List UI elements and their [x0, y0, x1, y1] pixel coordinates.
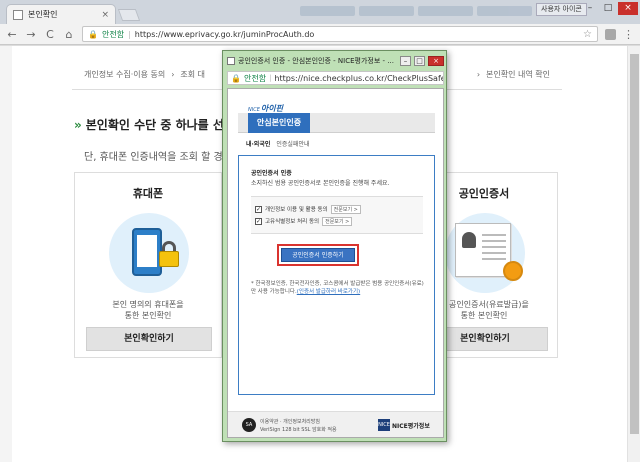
- separator: |: [269, 74, 272, 82]
- padlock-body: [159, 251, 179, 267]
- agreement-label: 개인정보 이용 및 활용 동의: [265, 207, 328, 213]
- address-bar[interactable]: 🔒 안전함 | https://www.eprivacy.go.kr/jumin…: [82, 26, 598, 42]
- card-description: 본인 명의의 휴대폰을 통한 본인확인: [75, 299, 221, 321]
- step-arrow-icon: ›: [171, 70, 175, 79]
- popup-close-button[interactable]: ×: [428, 56, 444, 66]
- user-profile-button[interactable]: 사용자 아이콘: [536, 3, 587, 16]
- tab-title: 본인확인: [28, 10, 58, 19]
- phone-auth-card: 휴대폰 본인 명의의 휴대폰을 통한 본인확인 본인확인하기: [74, 172, 222, 358]
- agree-checkbox[interactable]: ✓: [255, 205, 262, 213]
- agreement-row: ✓ 고유식별정보 처리 동의 전문보기 >: [255, 215, 419, 227]
- section-title: » 본인확인 수단 중 하나를 선택: [74, 116, 235, 133]
- secure-label: 안전함: [243, 73, 267, 83]
- close-tab-icon[interactable]: ×: [101, 10, 109, 20]
- nice-brand-text: NICE평가정보: [392, 423, 430, 430]
- bookmark-star-icon[interactable]: ☆: [583, 29, 592, 40]
- agreement-list: ✓ 개인정보 이용 및 활용 동의 전문보기 > ✓ 고유식별정보 처리 동의 …: [251, 196, 423, 234]
- issue-certificate-link[interactable]: (인증서 발급하러 바로가기): [297, 289, 360, 295]
- certificate-auth-button[interactable]: 공인인증서 인증하기: [281, 248, 355, 262]
- forward-icon[interactable]: →: [25, 28, 37, 41]
- page-left-edge: [0, 46, 12, 462]
- double-arrow-icon: »: [74, 118, 82, 132]
- close-window-button[interactable]: ×: [618, 2, 638, 15]
- popup-address-bar[interactable]: 🔒 안전함 | https://nice.checkplus.co.kr/Che…: [227, 71, 444, 85]
- auth-tabbar: 안심본인인증: [238, 113, 435, 133]
- view-full-text-button[interactable]: 전문보기 >: [330, 204, 361, 214]
- home-icon[interactable]: ⌂: [63, 28, 75, 41]
- reload-icon[interactable]: C: [44, 28, 56, 41]
- minimize-button[interactable]: –: [582, 2, 598, 15]
- agreement-label: 고유식별정보 처리 동의: [265, 219, 320, 225]
- browser-tab[interactable]: 본인확인 ×: [6, 4, 116, 24]
- auth-subtabs: 내·외국인 인증실패안내: [238, 135, 435, 151]
- popup-url-text: https://nice.checkplus.co.kr/CheckPlusSa…: [274, 73, 443, 83]
- popup-footer: SA 이용약관 · 개인정보처리방침 VeriSign 128 bit SSL …: [228, 411, 443, 437]
- separator: |: [128, 29, 131, 39]
- new-tab-button[interactable]: [117, 9, 141, 21]
- popup-maximize-button[interactable]: □: [414, 56, 425, 66]
- url-text: https://www.eprivacy.go.kr/juminProcAuth…: [134, 29, 315, 39]
- popup-window: 공인인증서 인증 - 안심본인인증 - NICE평가정보 - ... – □ ×…: [222, 50, 447, 442]
- scrollbar-thumb[interactable]: [630, 54, 639, 434]
- background-window-tabs: [300, 6, 540, 20]
- subtab-failure-guide[interactable]: 인증실패안내: [276, 139, 309, 148]
- panel-heading: 공인인증서 인증: [251, 170, 292, 177]
- maximize-button[interactable]: □: [600, 2, 616, 15]
- phone-verify-button[interactable]: 본인확인하기: [86, 327, 212, 351]
- step-1: 개인정보 수집·이용 동의: [84, 70, 166, 79]
- subtab-nationality[interactable]: 내·외국인: [246, 139, 270, 148]
- menu-icon[interactable]: ⋮: [623, 28, 634, 41]
- panel-description: 소지하신 범용 공인인증서로 본인인증을 진행해 주세요.: [251, 180, 390, 187]
- card-title: 휴대폰: [132, 187, 164, 200]
- secure-label: 안전함: [101, 29, 125, 39]
- agreement-row: ✓ 개인정보 이용 및 활용 동의 전문보기 >: [255, 203, 419, 215]
- popup-minimize-button[interactable]: –: [400, 56, 411, 66]
- certificate-note: * 한국정보인증, 한국전자인증, 코스콤에서 발급받은 범용 공인인증서(유료…: [251, 280, 427, 296]
- page-icon: [227, 57, 235, 65]
- browser-toolbar: ← → C ⌂ 🔒 안전함 | https://www.eprivacy.go.…: [0, 24, 640, 45]
- step-arrow-icon: ›: [476, 70, 481, 79]
- section-title-text: 본인확인 수단 중 하나를 선택: [85, 118, 235, 132]
- view-full-text-button[interactable]: 전문보기 >: [322, 216, 353, 226]
- phone-icon: [132, 228, 162, 276]
- logo-text: 아이핀: [260, 104, 283, 113]
- agree-checkbox[interactable]: ✓: [255, 217, 262, 225]
- footer-ssl-text: VeriSign 128 bit SSL 암호화 적용: [260, 427, 337, 433]
- extension-icon[interactable]: [605, 28, 616, 40]
- back-icon[interactable]: ←: [6, 28, 18, 41]
- lock-icon: 🔒: [231, 73, 241, 83]
- nice-brand-icon: NICE: [378, 419, 390, 431]
- tab-safe-auth[interactable]: 안심본인인증: [248, 113, 310, 133]
- page-scrollbar[interactable]: [627, 46, 640, 462]
- security-badge-icon: SA: [242, 418, 256, 432]
- page-icon: [13, 9, 23, 20]
- popup-page: NICE 아이핀 안심본인인증 내·외국인 인증실패안내 공인인증서 인증 소지하…: [227, 88, 444, 438]
- section-description: 단, 휴대폰 인증내역을 조회 할 경: [84, 152, 223, 163]
- card-desc-line-1: 본인 명의의 휴대폰을: [112, 300, 184, 309]
- card-desc-line-2: 통한 본인확인: [124, 311, 172, 320]
- footer-links[interactable]: 이용약관 · 개인정보처리방침: [260, 418, 320, 425]
- step-2: 조회 대: [180, 70, 205, 79]
- seal-icon: [503, 261, 523, 281]
- popup-titlebar: 공인인증서 인증 - 안심본인인증 - NICE평가정보 - ... – □ ×: [227, 54, 444, 68]
- highlight-box: 공인인증서 인증하기: [277, 244, 359, 266]
- step-3: 본인확인 내역 확인: [486, 70, 550, 79]
- browser-tabbar: 본인확인 × 사용자 아이콘 – □ ×: [0, 0, 640, 24]
- lock-icon: 🔒: [88, 29, 98, 39]
- popup-title: 공인인증서 인증 - 안심본인인증 - NICE평가정보 - ...: [238, 57, 394, 65]
- certificate-auth-panel: 공인인증서 인증 소지하신 범용 공인인증서로 본인인증을 진행해 주세요. ✓…: [238, 155, 435, 395]
